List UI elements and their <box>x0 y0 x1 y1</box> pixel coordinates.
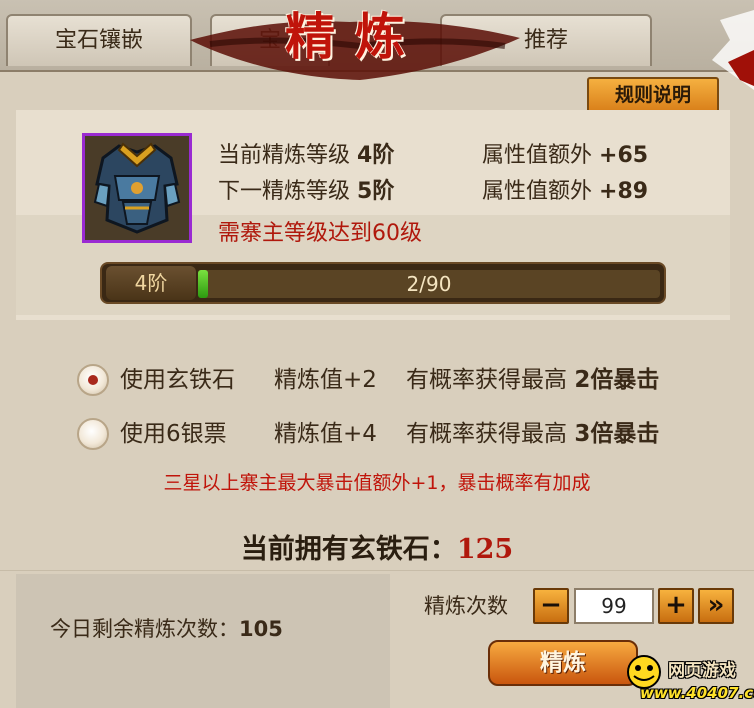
option-silver-use[interactable]: 使用6银票 <box>120 418 227 450</box>
next-bonus-row: 属性值额外 +89 <box>482 178 648 206</box>
watermark-text: 网页游戏 <box>668 661 736 681</box>
remaining-label: 今日剩余精炼次数： <box>50 617 239 641</box>
next-bonus-label: 属性值额外 <box>482 179 593 204</box>
increase-button[interactable]: + <box>658 588 694 624</box>
current-bonus-value: +65 <box>599 143 649 168</box>
divider <box>0 570 754 571</box>
current-level-label: 当前精炼等级 <box>218 143 351 168</box>
option-chance-label: 有概率获得最高 <box>406 421 567 447</box>
progress-text: 2/90 <box>406 272 452 296</box>
refine-count-label: 精炼次数 <box>424 594 508 618</box>
current-level-row: 当前精炼等级 4阶 <box>218 142 394 170</box>
current-level-value: 4阶 <box>357 143 395 168</box>
option-xuantie-refine-value: 精炼值+2 <box>274 367 377 393</box>
watermark-url: www.40407.com <box>640 684 754 702</box>
option-chance-label: 有概率获得最高 <box>406 367 567 393</box>
next-level-value: 5阶 <box>357 179 395 204</box>
armor-icon <box>85 136 189 240</box>
refine-button[interactable]: 精炼 <box>488 640 638 686</box>
crit-note: 三星以上寨主最大暴击值额外+1，暴击概率有加成 <box>163 472 591 494</box>
current-stone-count: 当前拥有玄铁石：125 <box>0 530 754 570</box>
decrease-button[interactable]: − <box>533 588 569 624</box>
option-xuantie-chance: 有概率获得最高 2倍暴击 <box>406 364 659 396</box>
next-level-label: 下一精炼等级 <box>218 179 351 204</box>
remaining-refines: 今日剩余精炼次数：105 <box>50 612 283 646</box>
item-slot[interactable] <box>82 133 192 243</box>
option-xuantie-radio[interactable] <box>77 364 109 396</box>
radio-selected-dot <box>88 375 98 385</box>
page-title: 精炼 <box>285 7 425 66</box>
current-bonus-label: 属性值额外 <box>482 143 593 168</box>
tab-gem-inlay[interactable]: 宝石镶嵌 <box>6 14 192 66</box>
remaining-value: 105 <box>239 617 283 641</box>
option-silver-refine-value: 精炼值+4 <box>274 421 377 447</box>
current-stone-value: 125 <box>456 534 514 565</box>
max-button[interactable]: » <box>698 588 734 624</box>
option-silver-radio[interactable] <box>77 418 109 450</box>
level-requirement: 需寨主等级达到60级 <box>218 221 422 246</box>
rules-button[interactable]: 规则说明 <box>587 77 719 113</box>
option-crit: 3倍暴击 <box>574 421 660 447</box>
progress-level-tag: 4阶 <box>106 266 196 300</box>
option-silver-chance: 有概率获得最高 3倍暴击 <box>406 418 659 450</box>
tab-recommend-label: 推荐 <box>524 28 569 53</box>
current-stone-label: 当前拥有玄铁石： <box>240 534 457 565</box>
next-bonus-value: +89 <box>599 179 649 204</box>
next-level-row: 下一精炼等级 5阶 <box>218 178 394 206</box>
refine-count-input[interactable] <box>574 588 654 624</box>
option-xuantie-use[interactable]: 使用玄铁石 <box>120 364 235 396</box>
current-bonus-row: 属性值额外 +65 <box>482 142 648 170</box>
option-crit: 2倍暴击 <box>574 367 660 393</box>
